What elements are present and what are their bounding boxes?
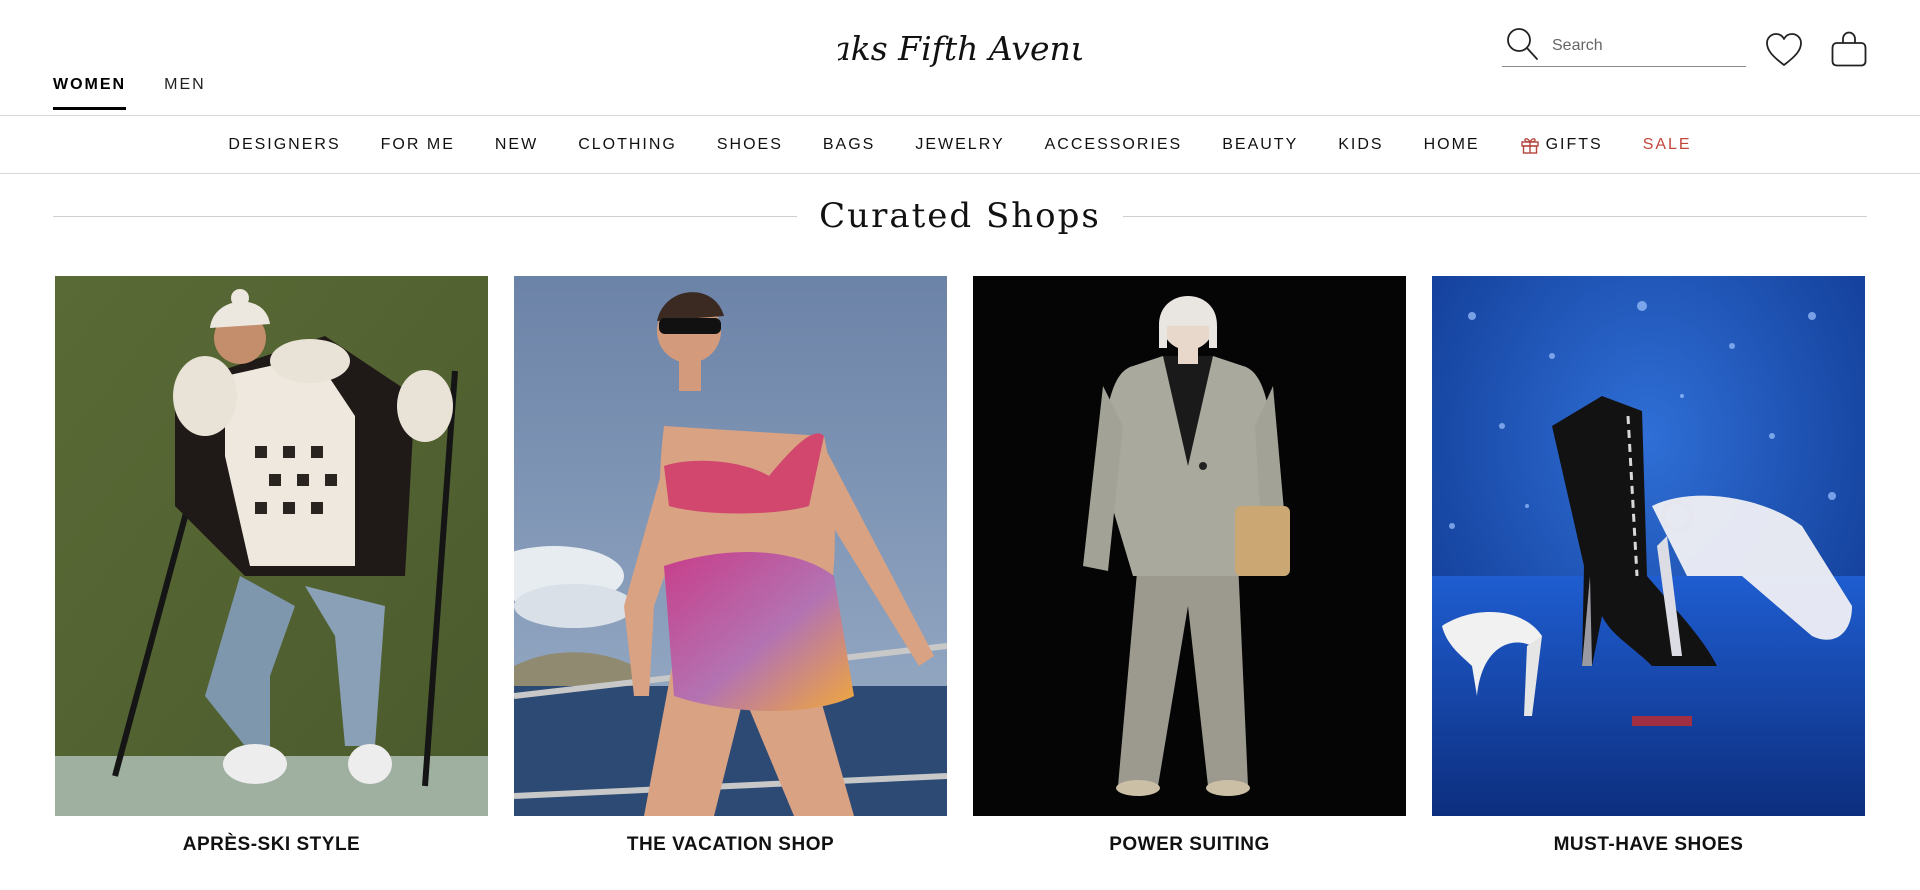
tile-label-power-suiting: POWER SUITING [1109, 834, 1270, 855]
nav-bags[interactable]: BAGS [823, 136, 875, 154]
tile-vacation-shop[interactable]: THE VACATION SHOP [514, 276, 947, 856]
tile-image-power-suiting [973, 276, 1406, 816]
nav-home[interactable]: HOME [1424, 136, 1480, 154]
nav-clothing[interactable]: CLOTHING [578, 136, 677, 154]
tile-label-vacation-shop: THE VACATION SHOP [626, 834, 835, 855]
logo-text: Saks Fifth Avenue [838, 29, 1082, 68]
gift-icon [1520, 137, 1539, 154]
nav-designers[interactable]: DESIGNERS [228, 136, 340, 154]
nav-kids[interactable]: KIDS [1338, 136, 1383, 154]
search-icon[interactable] [1504, 26, 1540, 62]
nav-new[interactable]: NEW [495, 136, 538, 154]
tile-label-apres-ski: APRÈS-SKI STYLE [182, 834, 361, 855]
nav-shoes[interactable]: SHOES [717, 136, 783, 154]
tile-apres-ski[interactable]: APRÈS-SKI STYLE [55, 276, 488, 856]
category-nav: DESIGNERS FOR ME NEW CLOTHING SHOES BAGS… [0, 116, 1920, 174]
gender-tabs: WOMEN MEN [53, 76, 206, 110]
nav-accessories[interactable]: ACCESSORIES [1045, 136, 1183, 154]
heart-icon[interactable] [1764, 32, 1804, 68]
tile-image-apres-ski [55, 276, 488, 816]
curated-shops-heading: Curated Shops [53, 188, 1868, 244]
heading-rule-right [1122, 215, 1868, 217]
shopping-bag-icon[interactable] [1830, 30, 1868, 68]
curated-shops-grid: APRÈS-SKI STYLE THE VACATION SHOP POWER … [55, 276, 1865, 856]
tile-power-suiting[interactable]: POWER SUITING [973, 276, 1406, 856]
nav-gifts-label: GIFTS [1545, 135, 1603, 153]
heading-rule-left [53, 215, 798, 217]
nav-sale[interactable]: SALE [1643, 136, 1692, 154]
nav-gifts[interactable]: GIFTS [1520, 136, 1603, 154]
nav-for-me[interactable]: FOR ME [381, 136, 455, 154]
tab-men[interactable]: MEN [164, 76, 206, 110]
tab-women[interactable]: WOMEN [53, 76, 127, 110]
section-title: Curated Shops [819, 196, 1101, 236]
tile-label-must-have-shoes: MUST-HAVE SHOES [1553, 834, 1744, 855]
tile-image-vacation-shop [514, 276, 947, 816]
nav-jewelry[interactable]: JEWELRY [915, 136, 1004, 154]
site-header: Saks Fifth Avenue WOMEN MEN [0, 0, 1920, 116]
search-input[interactable] [1552, 34, 1742, 58]
tile-image-must-have-shoes [1432, 276, 1865, 816]
search-bar [1502, 26, 1746, 67]
nav-beauty[interactable]: BEAUTY [1222, 136, 1298, 154]
saks-logo[interactable]: Saks Fifth Avenue [838, 20, 1082, 76]
tile-must-have-shoes[interactable]: MUST-HAVE SHOES [1432, 276, 1865, 856]
